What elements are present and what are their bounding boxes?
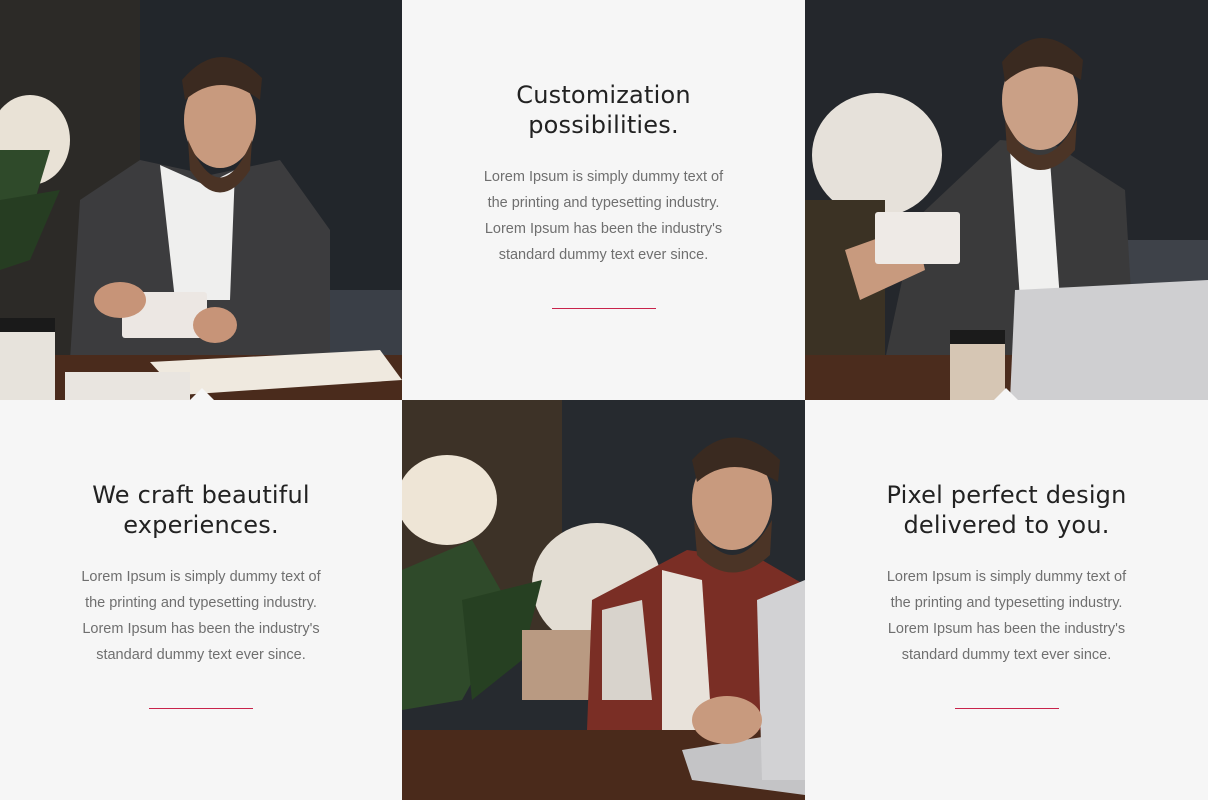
notch-up-indicator	[190, 388, 214, 400]
feature-title: Customization possibilities.	[516, 81, 691, 139]
photo-man-opening-box	[0, 0, 402, 400]
features-grid: Customization possibilities. Lorem Ipsum…	[0, 0, 1208, 800]
feature-description: Lorem Ipsum is simply dummy text of the …	[81, 569, 321, 663]
feature-description: Lorem Ipsum is simply dummy text of the …	[886, 569, 1127, 663]
photo-man-with-laptop	[402, 400, 805, 800]
feature-card-pixel-perfect: Pixel perfect design delivered to you. L…	[805, 400, 1208, 800]
accent-divider	[149, 708, 253, 709]
notch-up-indicator	[994, 388, 1018, 400]
feature-description: Lorem Ipsum is simply dummy text of the …	[483, 169, 724, 263]
feature-card-experiences: We craft beautiful experiences. Lorem Ip…	[0, 400, 402, 800]
accent-divider	[551, 308, 656, 309]
feature-card-customization: Customization possibilities. Lorem Ipsum…	[402, 0, 805, 400]
accent-divider	[954, 708, 1059, 709]
photo-man-handing-box	[805, 0, 1208, 400]
feature-title: Pixel perfect design delivered to you.	[886, 481, 1127, 539]
feature-title: We craft beautiful experiences.	[92, 481, 310, 539]
